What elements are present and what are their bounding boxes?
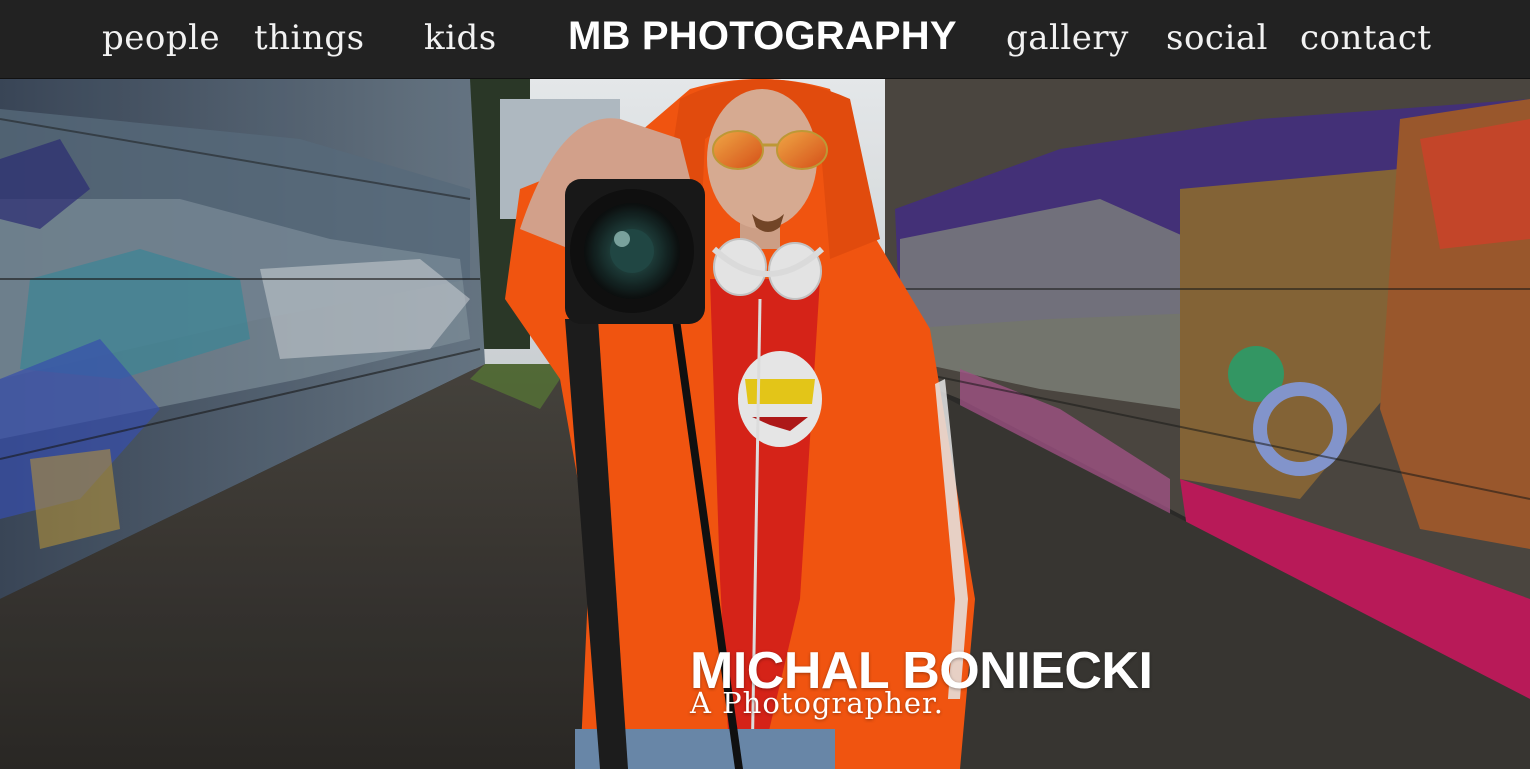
site-brand[interactable]: MB PHOTOGRAPHY (568, 12, 957, 60)
nav-link-people[interactable]: people (102, 16, 220, 60)
nav-link-gallery[interactable]: gallery (1006, 16, 1129, 60)
top-navbar: people things kids MB PHOTOGRAPHY galler… (0, 0, 1530, 79)
nav-link-social[interactable]: social (1166, 16, 1268, 60)
hero-subtitle: A Photographer. (690, 686, 944, 720)
nav-link-things[interactable]: things (254, 16, 365, 60)
nav-link-kids[interactable]: kids (424, 16, 497, 60)
nav-link-contact[interactable]: contact (1300, 16, 1432, 60)
hero-section: MICHAL BONIECKI A Photographer. (0, 79, 1530, 769)
